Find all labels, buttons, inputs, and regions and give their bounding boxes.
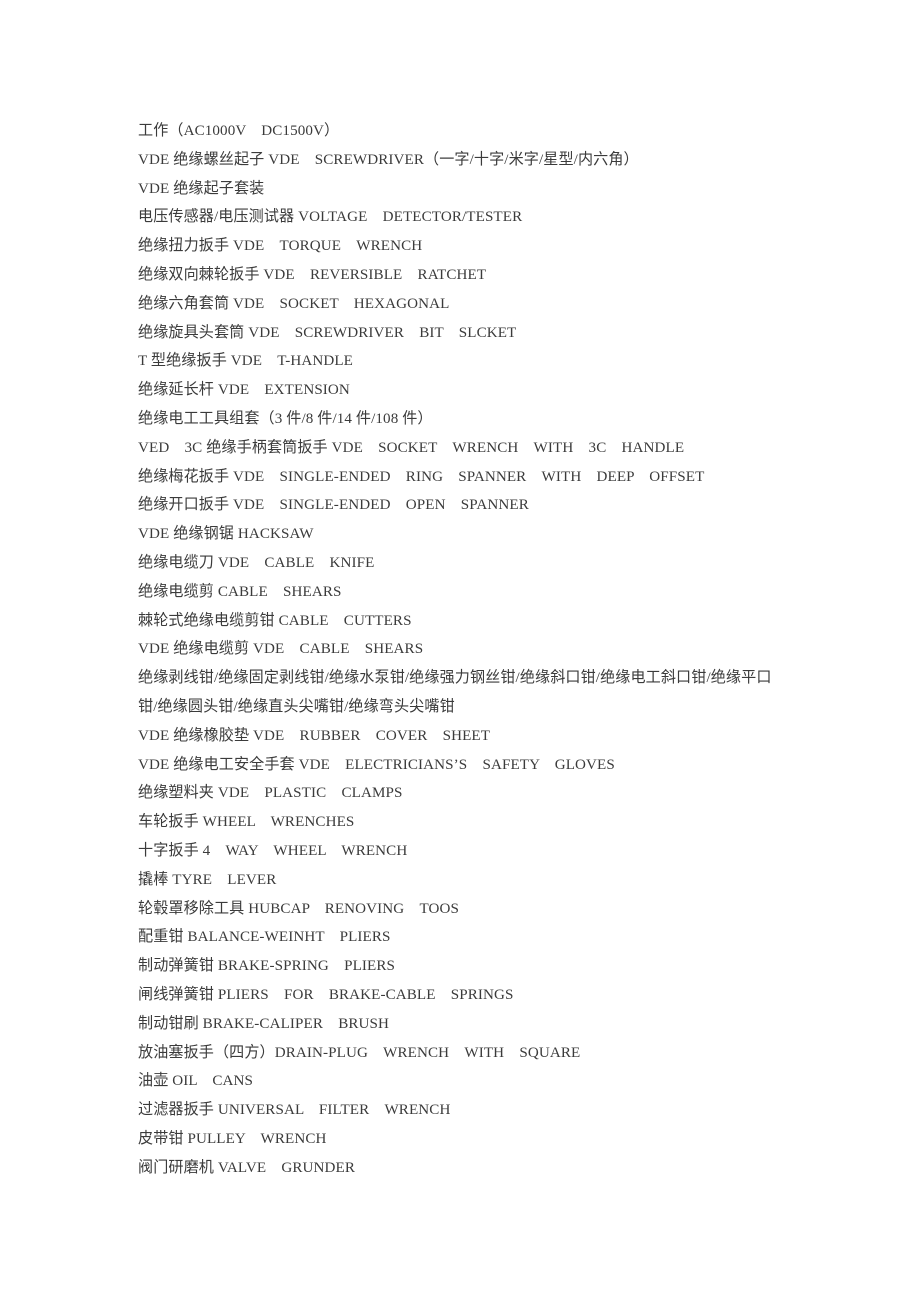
document-line: 绝缘开口扳手 VDE SINGLE-ENDED OPEN SPANNER [138, 497, 529, 514]
document-line: VDE 绝缘钢锯 HACKSAW [138, 526, 314, 543]
document-line: 绝缘塑料夹 VDE PLASTIC CLAMPS [138, 785, 403, 802]
document-line: 绝缘旋具头套筒 VDE SCREWDRIVER BIT SLCKET [138, 324, 517, 341]
document-line: 绝缘延长杆 VDE EXTENSION [138, 382, 350, 399]
document-line: 配重钳 BALANCE-WEINHT PLIERS [138, 929, 391, 946]
document-line: 绝缘双向棘轮扳手 VDE REVERSIBLE RATCHET [138, 266, 487, 283]
document-line: 绝缘扭力扳手 VDE TORQUE WRENCH [138, 238, 423, 255]
document-line: 工作（AC1000V DC1500V） [138, 123, 340, 139]
document-line: 棘轮式绝缘电缆剪钳 CABLE CUTTERS [138, 612, 412, 629]
document-line: T 型绝缘扳手 VDE T-HANDLE [138, 353, 353, 370]
document-line: 绝缘电缆刀 VDE CABLE KNIFE [138, 554, 375, 571]
document-line: 绝缘电缆剪 CABLE SHEARS [138, 583, 342, 600]
document-line: VDE 绝缘橡胶垫 VDE RUBBER COVER SHEET [138, 727, 491, 744]
document-line: 车轮扳手 WHEEL WRENCHES [138, 814, 355, 831]
document-line: 阀门研磨机 VALVE GRUNDER [138, 1159, 355, 1176]
document-line: VDE 绝缘起子套装 [138, 180, 265, 197]
document-line: VDE 绝缘电缆剪 VDE CABLE SHEARS [138, 641, 424, 658]
document-line: 绝缘电工工具组套（3 件/8 件/14 件/108 件） [138, 410, 433, 427]
document-line: 制动弹簧钳 BRAKE-SPRING PLIERS [138, 958, 396, 975]
document-line: VDE 绝缘螺丝起子 VDE SCREWDRIVER（一字/十字/米字/星型/内… [138, 151, 639, 168]
document-text-body: 工作（AC1000V DC1500V） VDE 绝缘螺丝起子 VDE SCREW… [138, 117, 786, 1182]
document-line: 绝缘剥线钳/绝缘固定剥线钳/绝缘水泵钳/绝缘强力钢丝钳/绝缘斜口钳/绝缘电工斜口… [138, 670, 772, 715]
document-line: VDE 绝缘电工安全手套 VDE ELECTRICIANS’S SAFETY G… [138, 756, 615, 773]
document-line: 闸线弹簧钳 PLIERS FOR BRAKE-CABLE SPRINGS [138, 986, 514, 1003]
document-line: 十字扳手 4 WAY WHEEL WRENCH [138, 842, 408, 859]
document-line: 制动钳刷 BRAKE-CALIPER BRUSH [138, 1015, 390, 1032]
document-line: VED 3C 绝缘手柄套筒扳手 VDE SOCKET WRENCH WITH 3… [138, 439, 685, 456]
document-line: 油壶 OIL CANS [138, 1073, 254, 1090]
document-line: 皮带钳 PULLEY WRENCH [138, 1130, 327, 1147]
document-line: 绝缘梅花扳手 VDE SINGLE-ENDED RING SPANNER WIT… [138, 468, 705, 485]
document-line: 电压传感器/电压测试器 VOLTAGE DETECTOR/TESTER [138, 209, 523, 226]
document-line: 放油塞扳手（四方）DRAIN-PLUG WRENCH WITH SQUARE [138, 1044, 581, 1061]
document-line: 轮毂罩移除工具 HUBCAP RENOVING TOOS [138, 900, 460, 917]
document-line: 绝缘六角套筒 VDE SOCKET HEXAGONAL [138, 295, 450, 312]
document-line: 撬棒 TYRE LEVER [138, 871, 277, 888]
document-line: 过滤器扳手 UNIVERSAL FILTER WRENCH [138, 1102, 451, 1119]
document-page: 工作（AC1000V DC1500V） VDE 绝缘螺丝起子 VDE SCREW… [0, 0, 920, 1302]
